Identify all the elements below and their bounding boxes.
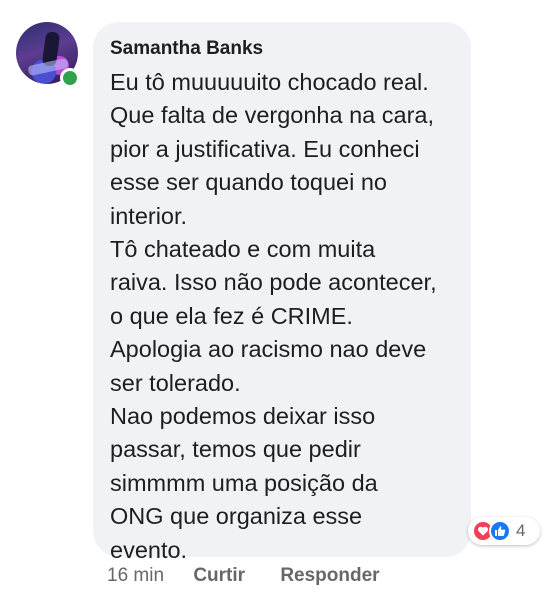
comment-line: ser tolerado. [110,369,241,396]
reply-button[interactable]: Responder [280,565,379,587]
like-icon [489,520,511,542]
comment-author[interactable]: Samantha Banks [110,38,455,60]
comment-line: Nao podemos deixar isso [110,403,376,430]
comment-actions: 16 min Curtir Responder [107,565,380,587]
comment-line: simmmm uma posição da [110,469,378,496]
comment-line: pior a justificativa. Eu conheci [110,135,420,162]
comment-line: Tô chateado e com muita [110,236,376,263]
comment-line: raiva. Isso não pode acontecer, [110,269,437,296]
comment-line: esse ser quando toquei no [110,169,387,196]
comment-line: Que falta de vergonha na cara, [110,102,434,129]
comment-line: evento. [110,536,188,563]
reactions-summary[interactable]: 4 [468,517,540,545]
online-status-dot [60,68,80,88]
comment-timestamp[interactable]: 16 min [107,565,164,587]
reaction-count: 4 [516,521,526,540]
comment-line: ONG que organiza esse [110,503,363,530]
comment-line: passar, temos que pedir [110,436,361,463]
comment-line: Apologia ao racismo nao deve [110,336,427,363]
comment-body: Eu tô muuuuuito chocado real. Que falta … [110,66,455,567]
comment-line: Eu tô muuuuuito chocado real. [110,69,429,95]
comment-line: interior. [110,202,188,229]
like-button[interactable]: Curtir [193,565,245,587]
comment-bubble: Samantha Banks Eu tô muuuuuito chocado r… [93,22,471,563]
comment-line: o que ela fez é CRIME. [110,302,353,329]
